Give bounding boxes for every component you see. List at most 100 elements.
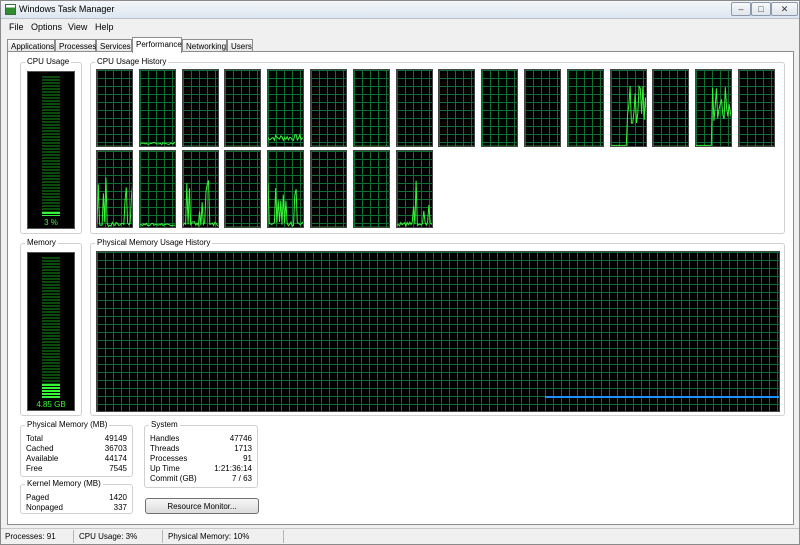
cpu-core-svg — [525, 145, 560, 146]
stat-key: Processes — [150, 454, 188, 463]
memory-meter-track — [42, 257, 60, 398]
maximize-button[interactable]: □ — [751, 2, 771, 16]
close-button[interactable]: ✕ — [771, 2, 798, 16]
status-processes: Processes: 91 — [5, 532, 56, 541]
cpu-core-line — [140, 141, 175, 146]
stat-value: 44174 — [104, 454, 127, 463]
cpu-core-svg — [482, 145, 517, 146]
cpu-meter-track — [42, 76, 60, 216]
cpu-core-svg — [268, 133, 303, 142]
table-row: Threads 1713 — [150, 444, 252, 454]
physical-memory-label: Physical Memory (MB) — [25, 420, 110, 429]
cpu-core-graph — [610, 69, 647, 147]
table-row: Free 7545 — [26, 464, 127, 474]
cpu-core-graph — [96, 150, 133, 228]
menu-view[interactable]: View — [68, 22, 87, 32]
title-bar[interactable]: Windows Task Manager – □ ✕ — [1, 1, 799, 19]
cpu-core-svg — [311, 145, 346, 146]
cpu-core-graph — [182, 150, 219, 228]
status-physical-memory: Physical Memory: 10% — [168, 532, 250, 541]
cpu-core-line — [696, 87, 731, 146]
cpu-core-graph — [438, 69, 475, 147]
cpu-core-graph — [310, 69, 347, 147]
cpu-core-graph — [267, 69, 304, 147]
stat-key: Cached — [26, 444, 54, 453]
table-row: Total 49149 — [26, 434, 127, 444]
cpu-core-svg — [268, 182, 303, 227]
table-row: Paged 1420 — [26, 493, 127, 503]
cpu-usage-group: CPU Usage 3 % — [20, 57, 82, 234]
resource-monitor-button[interactable]: Resource Monitor... — [145, 498, 259, 514]
stat-value: 1713 — [234, 444, 252, 453]
cpu-core-line — [140, 222, 175, 227]
stat-key: Up Time — [150, 464, 180, 473]
cpu-core-svg — [611, 84, 646, 146]
stat-value: 337 — [113, 503, 127, 512]
table-row: Available 44174 — [26, 454, 127, 464]
stat-value: 91 — [243, 454, 252, 463]
table-row: Commit (GB) 7 / 63 — [150, 474, 252, 484]
memory-history-group: Physical Memory Usage History — [90, 238, 785, 416]
cpu-core-svg — [140, 141, 175, 146]
system-table: Handles 47746 Threads 1713 Processes 91 Up … — [150, 434, 252, 484]
status-bar: Processes: 91 CPU Usage: 3% Physical Mem… — [1, 528, 799, 544]
system-group: System Handles 47746 Threads 1713 Processe… — [144, 420, 258, 488]
cpu-core-graph — [182, 69, 219, 147]
memory-meter-fill — [42, 384, 60, 398]
menu-file[interactable]: File — [9, 22, 24, 32]
system-label: System — [149, 420, 180, 429]
cpu-core-line — [97, 177, 132, 227]
stat-key: Handles — [150, 434, 180, 443]
cpu-core-svg — [225, 226, 260, 227]
cpu-core-svg — [183, 180, 218, 227]
cpu-meter-fill — [42, 212, 60, 216]
memory-group: Memory 4.85 GB — [20, 238, 82, 416]
stat-key: Threads — [150, 444, 180, 453]
stat-value: 1420 — [109, 493, 127, 502]
stat-key: Commit (GB) — [150, 474, 197, 483]
memory-value: 4.85 GB — [36, 400, 66, 409]
tab-performance[interactable]: Performance — [132, 37, 182, 53]
status-divider — [283, 530, 284, 543]
performance-panel: CPU Usage 3 % CPU Usage History Memory 4… — [7, 51, 794, 525]
menu-help[interactable]: Help — [95, 22, 114, 32]
minimize-button[interactable]: – — [731, 2, 751, 16]
table-row: Handles 47746 — [150, 434, 252, 444]
cpu-core-graph — [396, 69, 433, 147]
cpu-core-graph — [481, 69, 518, 147]
cpu-core-line — [268, 133, 303, 142]
stat-value: 7545 — [109, 464, 127, 473]
memory-history-graph — [96, 251, 780, 412]
cpu-core-svg — [696, 87, 731, 146]
cpu-core-svg — [439, 145, 474, 146]
window-title: Windows Task Manager — [19, 4, 115, 14]
cpu-core-graph — [524, 69, 561, 147]
table-row: Nonpaged 337 — [26, 503, 127, 513]
cpu-core-graph — [267, 150, 304, 228]
cpu-core-svg — [311, 226, 346, 227]
menu-bar: File Options View Help — [1, 19, 799, 35]
cpu-core-graph — [139, 69, 176, 147]
memory-meter: 4.85 GB — [27, 252, 75, 411]
cpu-core-svg — [97, 177, 132, 227]
cpu-history-label: CPU Usage History — [95, 57, 169, 66]
cpu-core-svg — [568, 145, 603, 146]
physical-memory-group: Physical Memory (MB) Total 49149 Cached 36… — [20, 420, 133, 477]
status-divider — [73, 530, 74, 543]
close-icon: ✕ — [780, 3, 789, 14]
cpu-core-svg — [225, 145, 260, 146]
cpu-core-svg — [653, 145, 688, 146]
cpu-core-graph — [695, 69, 732, 147]
cpu-core-graph — [652, 69, 689, 147]
cpu-core-graph — [567, 69, 604, 147]
table-row: Up Time 1:21:36:14 — [150, 464, 252, 474]
memory-label: Memory — [25, 238, 58, 247]
table-row: Cached 36703 — [26, 444, 127, 454]
stat-key: Nonpaged — [26, 503, 63, 512]
cpu-core-graph — [396, 150, 433, 228]
cpu-usage-meter: 3 % — [27, 71, 75, 229]
stat-key: Paged — [26, 493, 50, 502]
menu-options[interactable]: Options — [31, 22, 62, 32]
cpu-core-graph — [96, 69, 133, 147]
cpu-usage-label: CPU Usage — [25, 57, 72, 66]
